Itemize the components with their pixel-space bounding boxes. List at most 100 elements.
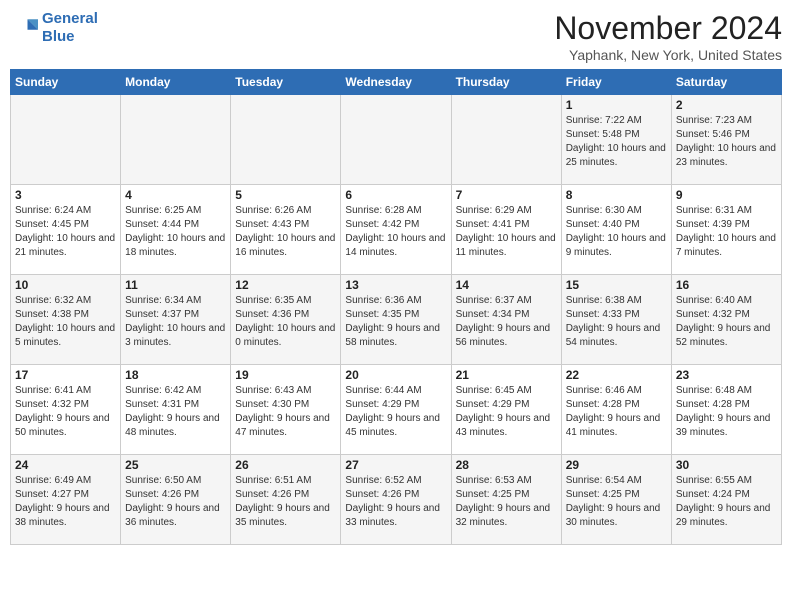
cell-info: Sunrise: 6:49 AM Sunset: 4:27 PM Dayligh…	[15, 474, 116, 530]
title-block: November 2024 Yaphank, New York, United …	[554, 10, 782, 63]
cell-info: Sunrise: 6:26 AM Sunset: 4:43 PM Dayligh…	[235, 204, 336, 260]
calendar-body: 1 Sunrise: 7:22 AM Sunset: 5:48 PM Daylig…	[11, 95, 782, 545]
day-number: 4	[125, 188, 226, 202]
day-number: 5	[235, 188, 336, 202]
day-number: 30	[676, 458, 777, 472]
day-number: 29	[566, 458, 667, 472]
calendar-cell: 11 Sunrise: 6:34 AM Sunset: 4:37 PM Dayli…	[121, 275, 231, 365]
day-number: 25	[125, 458, 226, 472]
calendar-cell: 15Sunrise: 6:38 AM Sunset: 4:33 PM Dayli…	[561, 275, 671, 365]
col-header-saturday: Saturday	[671, 70, 781, 95]
calendar-cell: 21 Sunrise: 6:45 AM Sunset: 4:29 PM Dayli…	[451, 365, 561, 455]
calendar-cell: 4Sunrise: 6:25 AM Sunset: 4:44 PM Daylig…	[121, 185, 231, 275]
col-header-tuesday: Tuesday	[231, 70, 341, 95]
day-number: 3	[15, 188, 116, 202]
calendar-week-2: 3 Sunrise: 6:24 AM Sunset: 4:45 PM Daylig…	[11, 185, 782, 275]
calendar-cell: 3 Sunrise: 6:24 AM Sunset: 4:45 PM Daylig…	[11, 185, 121, 275]
cell-info: Sunrise: 6:35 AM Sunset: 4:36 PM Dayligh…	[235, 294, 336, 350]
day-number: 10	[15, 278, 116, 292]
calendar-cell: 27 Sunrise: 6:52 AM Sunset: 4:26 PM Dayli…	[341, 455, 451, 545]
day-number: 1	[566, 98, 667, 112]
calendar-cell: 20 Sunrise: 6:44 AM Sunset: 4:29 PM Dayli…	[341, 365, 451, 455]
cell-info: Sunrise: 6:46 AM Sunset: 4:28 PM Dayligh…	[566, 384, 667, 440]
calendar-cell: 17 Sunrise: 6:41 AM Sunset: 4:32 PM Dayli…	[11, 365, 121, 455]
calendar-week-4: 17 Sunrise: 6:41 AM Sunset: 4:32 PM Dayli…	[11, 365, 782, 455]
cell-info: Sunrise: 6:48 AM Sunset: 4:28 PM Dayligh…	[676, 384, 777, 440]
calendar-cell: 13Sunrise: 6:36 AM Sunset: 4:35 PM Dayli…	[341, 275, 451, 365]
cell-info: Sunrise: 6:45 AM Sunset: 4:29 PM Dayligh…	[456, 384, 557, 440]
day-number: 13	[345, 278, 446, 292]
calendar-week-3: 10 Sunrise: 6:32 AM Sunset: 4:38 PM Dayli…	[11, 275, 782, 365]
cell-info: Sunrise: 6:32 AM Sunset: 4:38 PM Dayligh…	[15, 294, 116, 350]
day-number: 20	[345, 368, 446, 382]
calendar-week-5: 24 Sunrise: 6:49 AM Sunset: 4:27 PM Dayli…	[11, 455, 782, 545]
cell-info: Sunrise: 6:44 AM Sunset: 4:29 PM Dayligh…	[345, 384, 446, 440]
calendar-cell: 30 Sunrise: 6:55 AM Sunset: 4:24 PM Dayli…	[671, 455, 781, 545]
cell-info: Sunrise: 7:22 AM Sunset: 5:48 PM Dayligh…	[566, 114, 667, 170]
calendar-cell: 8 Sunrise: 6:30 AM Sunset: 4:40 PM Daylig…	[561, 185, 671, 275]
day-number: 21	[456, 368, 557, 382]
day-number: 22	[566, 368, 667, 382]
calendar-cell	[341, 95, 451, 185]
cell-info: Sunrise: 6:24 AM Sunset: 4:45 PM Dayligh…	[15, 204, 116, 260]
day-number: 28	[456, 458, 557, 472]
cell-info: Sunrise: 7:23 AM Sunset: 5:46 PM Dayligh…	[676, 114, 777, 170]
cell-info: Sunrise: 6:50 AM Sunset: 4:26 PM Dayligh…	[125, 474, 226, 530]
cell-info: Sunrise: 6:37 AM Sunset: 4:34 PM Dayligh…	[456, 294, 557, 350]
calendar-cell: 5 Sunrise: 6:26 AM Sunset: 4:43 PM Daylig…	[231, 185, 341, 275]
calendar-cell: 7 Sunrise: 6:29 AM Sunset: 4:41 PM Daylig…	[451, 185, 561, 275]
col-header-friday: Friday	[561, 70, 671, 95]
day-number: 17	[15, 368, 116, 382]
day-number: 23	[676, 368, 777, 382]
page-header: General Blue November 2024 Yaphank, New …	[10, 10, 782, 63]
day-number: 6	[345, 188, 446, 202]
day-number: 9	[676, 188, 777, 202]
cell-info: Sunrise: 6:29 AM Sunset: 4:41 PM Dayligh…	[456, 204, 557, 260]
calendar-cell: 2 Sunrise: 7:23 AM Sunset: 5:46 PM Daylig…	[671, 95, 781, 185]
calendar-cell: 25 Sunrise: 6:50 AM Sunset: 4:26 PM Dayli…	[121, 455, 231, 545]
logo: General Blue	[10, 10, 98, 46]
cell-info: Sunrise: 6:53 AM Sunset: 4:25 PM Dayligh…	[456, 474, 557, 530]
cell-info: Sunrise: 6:55 AM Sunset: 4:24 PM Dayligh…	[676, 474, 777, 530]
calendar-header-row: SundayMondayTuesdayWednesdayThursdayFrid…	[11, 70, 782, 95]
day-number: 11	[125, 278, 226, 292]
calendar-cell: 22 Sunrise: 6:46 AM Sunset: 4:28 PM Dayli…	[561, 365, 671, 455]
day-number: 2	[676, 98, 777, 112]
calendar-cell	[11, 95, 121, 185]
cell-info: Sunrise: 6:30 AM Sunset: 4:40 PM Dayligh…	[566, 204, 667, 260]
cell-info: Sunrise: 6:40 AM Sunset: 4:32 PM Dayligh…	[676, 294, 777, 350]
cell-info: Sunrise: 6:54 AM Sunset: 4:25 PM Dayligh…	[566, 474, 667, 530]
calendar-cell: 10 Sunrise: 6:32 AM Sunset: 4:38 PM Dayli…	[11, 275, 121, 365]
calendar-cell	[231, 95, 341, 185]
col-header-thursday: Thursday	[451, 70, 561, 95]
calendar-cell: 6Sunrise: 6:28 AM Sunset: 4:42 PM Daylig…	[341, 185, 451, 275]
day-number: 12	[235, 278, 336, 292]
calendar-cell: 14Sunrise: 6:37 AM Sunset: 4:34 PM Dayli…	[451, 275, 561, 365]
calendar-cell: 19Sunrise: 6:43 AM Sunset: 4:30 PM Dayli…	[231, 365, 341, 455]
day-number: 16	[676, 278, 777, 292]
calendar-cell: 18 Sunrise: 6:42 AM Sunset: 4:31 PM Dayli…	[121, 365, 231, 455]
col-header-wednesday: Wednesday	[341, 70, 451, 95]
calendar-cell: 28 Sunrise: 6:53 AM Sunset: 4:25 PM Dayli…	[451, 455, 561, 545]
cell-info: Sunrise: 6:43 AM Sunset: 4:30 PM Dayligh…	[235, 384, 336, 440]
cell-info: Sunrise: 6:42 AM Sunset: 4:31 PM Dayligh…	[125, 384, 226, 440]
calendar-table: SundayMondayTuesdayWednesdayThursdayFrid…	[10, 69, 782, 545]
day-number: 26	[235, 458, 336, 472]
day-number: 18	[125, 368, 226, 382]
day-number: 8	[566, 188, 667, 202]
calendar-cell: 12 Sunrise: 6:35 AM Sunset: 4:36 PM Dayli…	[231, 275, 341, 365]
cell-info: Sunrise: 6:41 AM Sunset: 4:32 PM Dayligh…	[15, 384, 116, 440]
logo-icon	[10, 14, 38, 42]
location: Yaphank, New York, United States	[554, 47, 782, 63]
cell-info: Sunrise: 6:31 AM Sunset: 4:39 PM Dayligh…	[676, 204, 777, 260]
cell-info: Sunrise: 6:34 AM Sunset: 4:37 PM Dayligh…	[125, 294, 226, 350]
day-number: 15	[566, 278, 667, 292]
calendar-cell: 24 Sunrise: 6:49 AM Sunset: 4:27 PM Dayli…	[11, 455, 121, 545]
day-number: 24	[15, 458, 116, 472]
col-header-monday: Monday	[121, 70, 231, 95]
calendar-cell: 16 Sunrise: 6:40 AM Sunset: 4:32 PM Dayli…	[671, 275, 781, 365]
day-number: 7	[456, 188, 557, 202]
calendar-cell: 29 Sunrise: 6:54 AM Sunset: 4:25 PM Dayli…	[561, 455, 671, 545]
cell-info: Sunrise: 6:52 AM Sunset: 4:26 PM Dayligh…	[345, 474, 446, 530]
day-number: 27	[345, 458, 446, 472]
